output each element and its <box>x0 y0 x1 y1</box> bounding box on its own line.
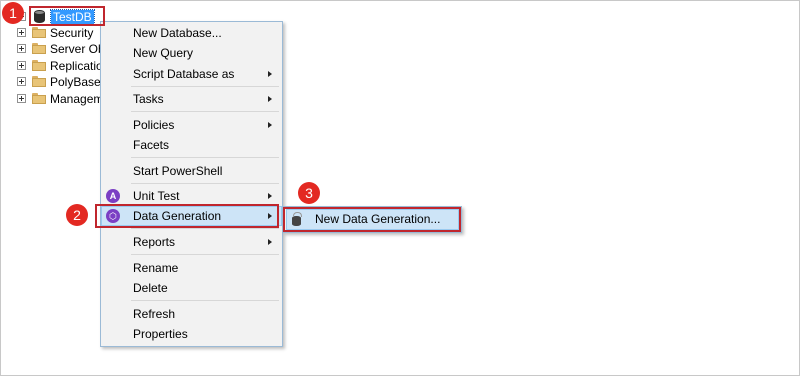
submenu-arrow-icon <box>268 122 272 128</box>
menu-separator <box>131 300 279 301</box>
menu-item-label: New Database... <box>133 26 222 40</box>
menu-item-label: Start PowerShell <box>133 164 223 178</box>
menu-separator <box>131 228 279 229</box>
folder-icon <box>32 60 46 71</box>
menu-item-facets[interactable]: Facets <box>101 135 282 155</box>
annotation-box-1 <box>29 6 105 26</box>
folder-icon <box>32 76 46 87</box>
menu-item-new-database[interactable]: New Database... <box>101 23 282 43</box>
tree-label[interactable]: Server Obj <box>50 42 107 56</box>
expand-icon[interactable] <box>17 77 26 86</box>
annotation-box-3 <box>283 207 461 232</box>
submenu-arrow-icon <box>268 71 272 77</box>
submenu-arrow-icon <box>268 193 272 199</box>
expand-icon[interactable] <box>17 94 26 103</box>
menu-item-reports[interactable]: Reports <box>101 232 282 252</box>
menu-item-start-powershell[interactable]: Start PowerShell <box>101 161 282 181</box>
annotation-box-2 <box>95 204 279 228</box>
menu-item-script-database-as[interactable]: Script Database as <box>101 64 282 84</box>
menu-item-label: Script Database as <box>133 67 235 81</box>
expand-icon[interactable] <box>17 44 26 53</box>
tree-node-polybase[interactable]: PolyBase <box>17 73 101 90</box>
menu-separator <box>131 157 279 158</box>
menu-item-label: Reports <box>133 235 176 249</box>
context-menu: New Database... New Query Script Databas… <box>100 21 283 347</box>
menu-item-label: New Query <box>133 46 194 60</box>
menu-item-label: Tasks <box>133 92 164 106</box>
menu-item-properties[interactable]: Properties <box>101 324 282 344</box>
menu-item-rename[interactable]: Rename <box>101 258 282 278</box>
unit-test-icon: A <box>106 189 120 203</box>
menu-item-refresh[interactable]: Refresh <box>101 304 282 324</box>
menu-item-policies[interactable]: Policies <box>101 115 282 135</box>
menu-separator <box>131 254 279 255</box>
menu-item-label: Policies <box>133 118 175 132</box>
tree-node-server-objects[interactable]: Server Obj <box>17 40 107 57</box>
submenu-arrow-icon <box>268 239 272 245</box>
expand-icon[interactable] <box>17 61 26 70</box>
folder-icon <box>32 27 46 38</box>
submenu-arrow-icon <box>268 96 272 102</box>
folder-icon <box>32 93 46 104</box>
tree-label[interactable]: PolyBase <box>50 75 101 89</box>
callout-1: 1 <box>2 2 24 24</box>
tree-node-security[interactable]: Security <box>17 24 93 41</box>
menu-item-label: Unit Test <box>133 189 180 203</box>
menu-item-label: Rename <box>133 261 179 275</box>
tree-node-replication[interactable]: Replication <box>17 57 109 74</box>
menu-item-label: Refresh <box>133 307 176 321</box>
menu-separator <box>131 111 279 112</box>
tree-label[interactable]: Security <box>50 26 93 40</box>
menu-separator <box>131 183 279 184</box>
tree-label[interactable]: Managem <box>50 92 103 106</box>
menu-item-tasks[interactable]: Tasks <box>101 89 282 109</box>
callout-3: 3 <box>298 182 320 204</box>
folder-icon <box>32 43 46 54</box>
menu-item-delete[interactable]: Delete <box>101 278 282 298</box>
menu-item-new-query[interactable]: New Query <box>101 43 282 63</box>
menu-item-unit-test[interactable]: A Unit Test <box>101 186 282 206</box>
callout-2: 2 <box>66 204 88 226</box>
expand-icon[interactable] <box>17 28 26 37</box>
menu-separator <box>131 86 279 87</box>
tree-node-management[interactable]: Managem <box>17 90 103 107</box>
menu-item-label: Delete <box>133 281 168 295</box>
menu-item-label: Facets <box>133 138 170 152</box>
menu-item-label: Properties <box>133 327 188 341</box>
